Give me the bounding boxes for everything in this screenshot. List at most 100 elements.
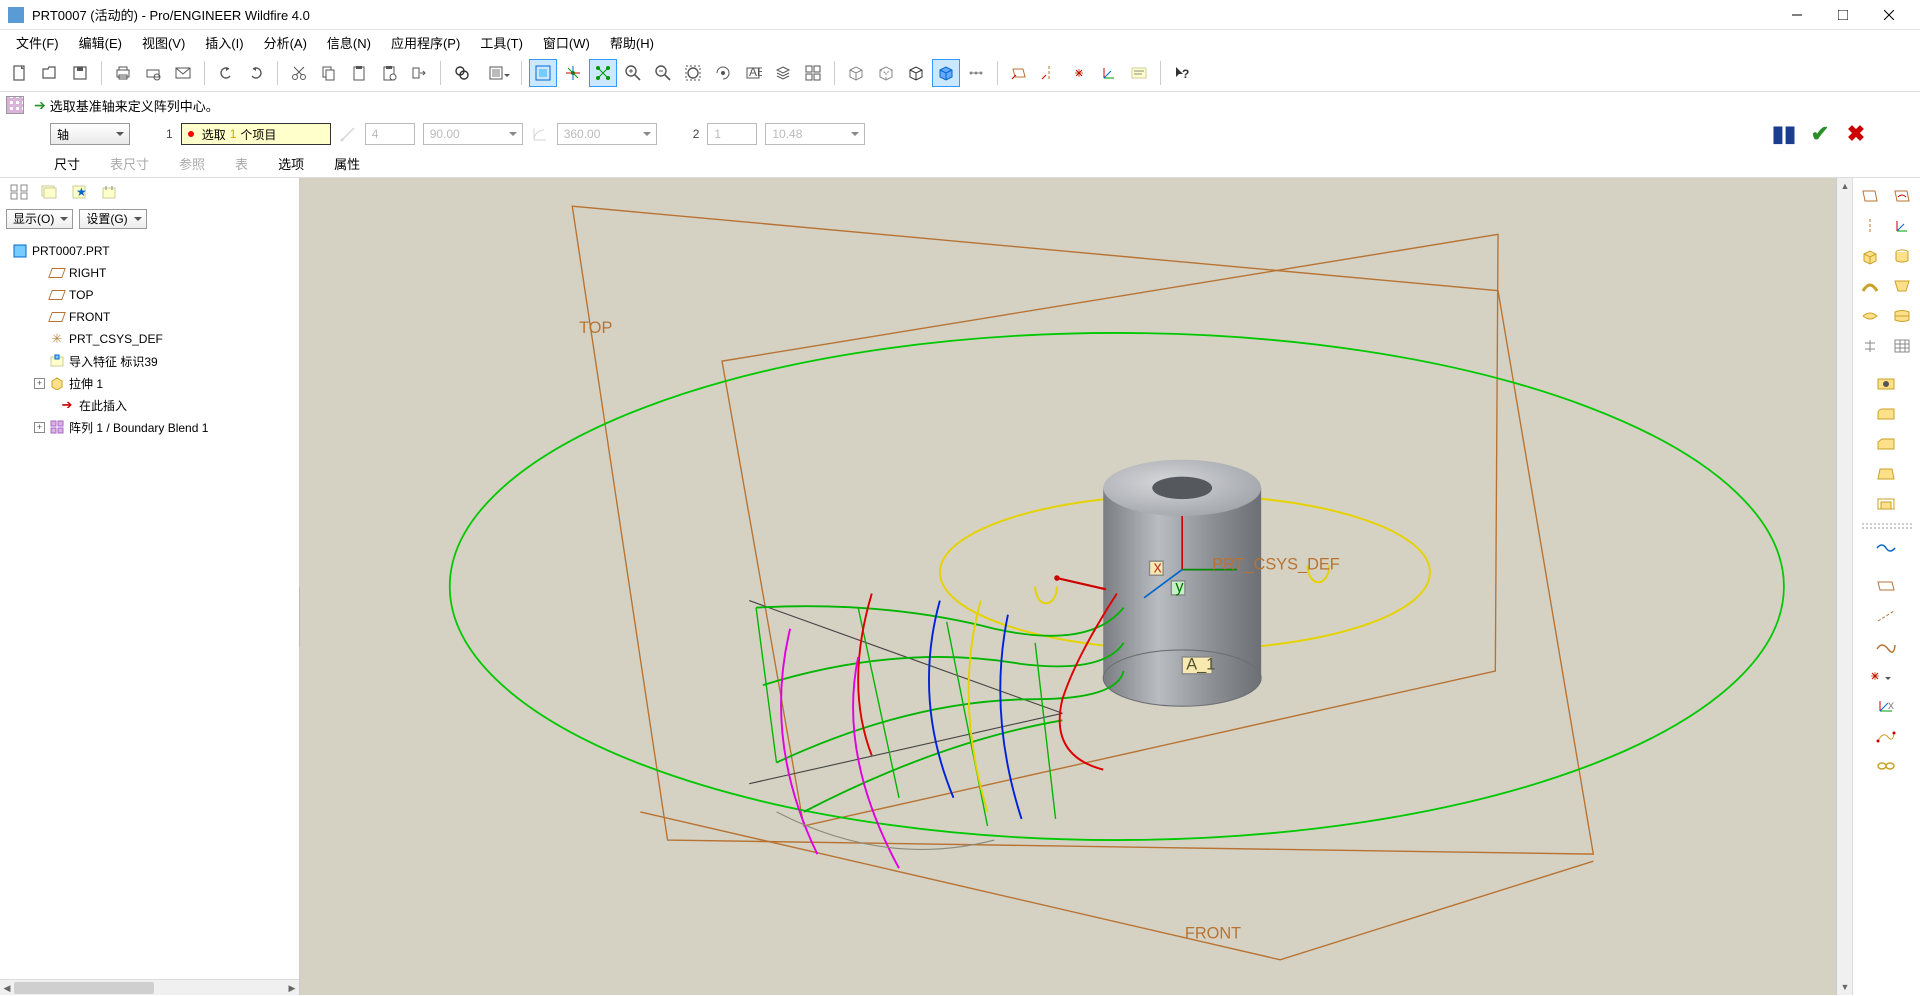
menu-工具[interactable]: 工具(T): [470, 30, 533, 55]
var-sweep-icon[interactable]: [1855, 302, 1885, 330]
scroll-down-icon[interactable]: ▼: [1837, 979, 1852, 995]
open-file-icon[interactable]: [36, 59, 64, 87]
maximize-button[interactable]: [1820, 0, 1866, 30]
tree-item[interactable]: ✳PRT_CSYS_DEF: [0, 328, 299, 350]
hole-icon[interactable]: [1855, 370, 1917, 398]
tree-item[interactable]: +拉伸 1: [0, 372, 299, 394]
sketch-tool-icon[interactable]: [1855, 722, 1917, 750]
copy-properties-icon[interactable]: [405, 59, 433, 87]
chamfer-icon[interactable]: [1855, 430, 1917, 458]
cut-icon[interactable]: [285, 59, 313, 87]
menu-视图[interactable]: 视图(V): [132, 30, 195, 55]
chain-icon[interactable]: [1855, 752, 1917, 780]
tree-favorites-icon[interactable]: ★: [66, 181, 92, 203]
display-dropdown[interactable]: 显示(O): [6, 209, 73, 229]
datum-point-display-icon[interactable]: [1065, 59, 1093, 87]
view-manager-icon[interactable]: [799, 59, 827, 87]
point-tool-dropdown[interactable]: [1855, 662, 1895, 690]
tree-hscrollbar[interactable]: ◀ ▶: [0, 979, 299, 995]
shell-icon[interactable]: [1855, 490, 1917, 518]
style-icon[interactable]: [1855, 332, 1885, 360]
redo-icon[interactable]: [242, 59, 270, 87]
find-icon[interactable]: [448, 59, 476, 87]
subtab-选项[interactable]: 选项: [274, 152, 308, 175]
zoom-out-icon[interactable]: [649, 59, 677, 87]
angle-input-1[interactable]: 90.00: [423, 123, 523, 145]
viewport-vscrollbar[interactable]: ▲ ▼: [1836, 178, 1852, 995]
plane-tool-icon[interactable]: [1855, 572, 1917, 600]
datum-csys-display-icon[interactable]: [1095, 59, 1123, 87]
subtab-尺寸[interactable]: 尺寸: [50, 152, 84, 175]
close-button[interactable]: [1866, 0, 1912, 30]
tree-settings-icon[interactable]: [96, 181, 122, 203]
refit-icon[interactable]: [679, 59, 707, 87]
annotation-display-icon[interactable]: [1125, 59, 1153, 87]
members-input-2[interactable]: [707, 123, 757, 145]
tree-item[interactable]: RIGHT: [0, 262, 299, 284]
menu-帮助[interactable]: 帮助(H): [600, 30, 664, 55]
datum-plane-icon[interactable]: [1855, 182, 1885, 210]
select-filter-dropdown[interactable]: [478, 59, 514, 87]
expander-icon[interactable]: +: [34, 378, 45, 389]
reorient-icon[interactable]: [709, 59, 737, 87]
tree-layers-icon[interactable]: [36, 181, 62, 203]
pause-button[interactable]: ▮▮: [1770, 120, 1798, 148]
datum-csys-icon[interactable]: [1887, 212, 1917, 240]
tree-item[interactable]: TOP: [0, 284, 299, 306]
extrude-icon[interactable]: [1855, 242, 1885, 270]
spreadsheet-icon[interactable]: [1887, 332, 1917, 360]
subtab-属性[interactable]: 属性: [330, 152, 364, 175]
save-icon[interactable]: [66, 59, 94, 87]
scroll-left-icon[interactable]: ◀: [0, 980, 14, 996]
undo-icon[interactable]: [212, 59, 240, 87]
copy-icon[interactable]: [315, 59, 343, 87]
help-pointer-icon[interactable]: ?: [1168, 59, 1196, 87]
draft-icon[interactable]: [1855, 460, 1917, 488]
scroll-thumb[interactable]: [14, 982, 154, 994]
settings-dropdown[interactable]: 设置(G): [79, 209, 146, 229]
tree-root[interactable]: PRT0007.PRT: [0, 240, 299, 262]
shaded-icon[interactable]: [932, 59, 960, 87]
curve-tool-icon[interactable]: [1855, 534, 1917, 562]
cancel-button[interactable]: ✖: [1842, 120, 1870, 148]
no-hidden-icon[interactable]: [902, 59, 930, 87]
scroll-up-icon[interactable]: ▲: [1837, 178, 1852, 194]
sweep-icon[interactable]: [1855, 272, 1885, 300]
axis-tool-icon[interactable]: [1855, 602, 1917, 630]
csys-tool-icon[interactable]: x: [1855, 692, 1917, 720]
round-icon[interactable]: [1855, 400, 1917, 428]
wireframe-icon[interactable]: [842, 59, 870, 87]
email-icon[interactable]: [169, 59, 197, 87]
menu-编辑[interactable]: 编辑(E): [69, 30, 132, 55]
tree-item[interactable]: FRONT: [0, 306, 299, 328]
sketch-icon[interactable]: [1887, 182, 1917, 210]
minimize-button[interactable]: [1774, 0, 1820, 30]
menu-文件[interactable]: 文件(F): [6, 30, 69, 55]
menu-信息[interactable]: 信息(N): [317, 30, 381, 55]
tree-item[interactable]: +阵列 1 / Boundary Blend 1: [0, 416, 299, 438]
print-preview-icon[interactable]: [139, 59, 167, 87]
blend-icon[interactable]: [1887, 272, 1917, 300]
paste-special-icon[interactable]: [375, 59, 403, 87]
datum-axis-display-icon[interactable]: [1035, 59, 1063, 87]
tree-item[interactable]: ➔在此插入: [0, 394, 299, 416]
axis-collector[interactable]: 选取 1 个项目: [181, 123, 331, 145]
members-input-1[interactable]: [365, 123, 415, 145]
repaint-icon[interactable]: [529, 59, 557, 87]
paste-icon[interactable]: [345, 59, 373, 87]
3d-viewport[interactable]: TOP FRONT: [300, 178, 1852, 995]
datum-axis-icon[interactable]: [1855, 212, 1885, 240]
model-tree[interactable]: PRT0007.PRT RIGHTTOPFRONT✳PRT_CSYS_DEF导入…: [0, 232, 299, 979]
menu-分析[interactable]: 分析(A): [254, 30, 317, 55]
pattern-type-dropdown[interactable]: 轴: [50, 123, 130, 145]
layer-icon[interactable]: [769, 59, 797, 87]
tree-item[interactable]: 导入特征 标识39: [0, 350, 299, 372]
spin-center-icon[interactable]: [559, 59, 587, 87]
tree-mode-icon[interactable]: [6, 181, 32, 203]
expander-icon[interactable]: +: [34, 422, 45, 433]
spacing-input-2[interactable]: 10.48: [765, 123, 865, 145]
menu-窗口[interactable]: 窗口(W): [533, 30, 600, 55]
menu-插入[interactable]: 插入(I): [195, 30, 253, 55]
zoom-in-icon[interactable]: [619, 59, 647, 87]
menu-应用程序[interactable]: 应用程序(P): [381, 30, 470, 55]
